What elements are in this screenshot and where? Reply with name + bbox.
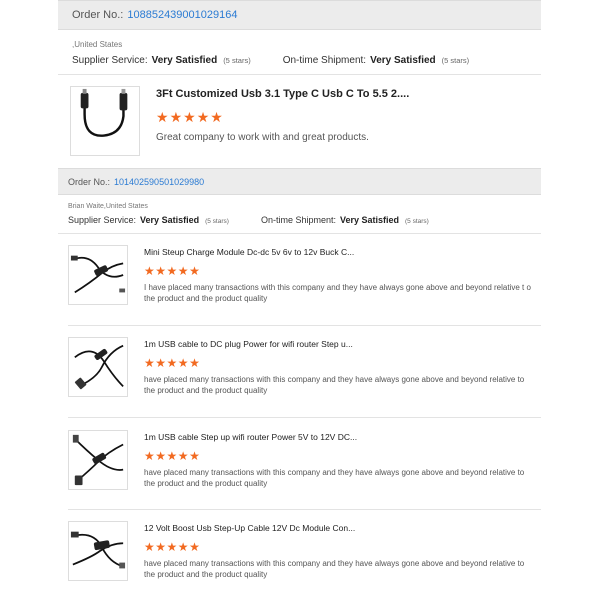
star-icon: ★ [169,109,183,125]
review-text: have placed many transactions with this … [144,468,525,488]
service-ratings: Supplier Service: Very Satisfied (5 star… [68,215,541,225]
star-icon: ★ [210,109,223,125]
order-header: Order No.: 108852439001029164 [58,0,541,30]
divider [68,417,541,418]
star-icon: ★ [144,356,155,370]
review-text: have placed many transactions with this … [144,375,525,395]
shipment-label: On-time Shipment: [282,55,367,66]
star-icon: ★ [177,356,189,370]
star-icon: ★ [189,449,200,463]
review-text: have placed many transactions with this … [144,559,525,579]
usb-boost-module-cable-icon[interactable] [68,521,128,581]
product-review-5: 12 Volt Boost Usb Step-Up Cable 12V Dc M… [68,521,534,581]
supplier-service-value: Very Satisfied [140,215,200,225]
order-no-link[interactable]: 101402590501029980 [114,177,204,187]
usb-step-up-cable-icon[interactable] [68,430,128,490]
supplier-service-stars: (5 stars) [223,56,251,65]
star-rating: ★ ★ ★ ★ ★ [144,264,534,278]
order-block-2: Order No.: 101402590501029980 Brian Wait… [58,168,541,225]
buyer-location: ,United States [72,40,123,49]
star-icon: ★ [189,540,200,554]
product-title-link[interactable]: 3Ft Customized Usb 3.1 Type C Usb C To 5… [156,88,409,100]
product-title-link[interactable]: 1m USB cable to DC plug Power for wifi r… [144,339,534,349]
supplier-service-label: Supplier Service: [72,55,148,66]
order-header: Order No.: 101402590501029980 [58,168,541,195]
review-text: Great company to work with and great pro… [156,132,369,143]
divider [68,325,541,326]
order-no-label: Order No.: [68,176,111,187]
star-icon: ★ [155,264,167,278]
divider [68,509,541,510]
star-icon: ★ [166,540,178,554]
product-review-4: 1m USB cable Step up wifi router Power 5… [68,430,534,490]
order-block-1: Order No.: 108852439001029164 ,United St… [58,0,541,66]
order-no-link[interactable]: 108852439001029164 [127,9,237,21]
star-icon: ★ [177,264,189,278]
star-icon: ★ [155,449,167,463]
usb-dc-cable-icon[interactable] [68,337,128,397]
star-rating: ★ ★ ★ ★ ★ [144,449,534,463]
product-title-link[interactable]: Mini Steup Charge Module Dc-dc 5v 6v to … [144,247,534,257]
supplier-service-value: Very Satisfied [151,55,218,66]
product-review-1: 3Ft Customized Usb 3.1 Type C Usb C To 5… [70,86,409,156]
service-ratings: Supplier Service: Very Satisfied (5 star… [72,55,541,66]
shipment-value: Very Satisfied [370,55,436,66]
star-icon: ★ [166,356,178,370]
product-title-link[interactable]: 12 Volt Boost Usb Step-Up Cable 12V Dc M… [144,523,534,533]
divider [58,233,541,234]
shipment-value: Very Satisfied [339,215,400,225]
order-no-label: Order No.: [72,9,124,21]
product-review-3: 1m USB cable to DC plug Power for wifi r… [68,337,534,397]
star-icon: ★ [189,264,200,278]
usb-c-cable-icon[interactable] [70,86,140,156]
star-icon: ★ [144,264,155,278]
review-text: I have placed many transactions with thi… [144,283,531,303]
star-icon: ★ [177,540,189,554]
star-icon: ★ [166,449,178,463]
usb-boost-cable-icon[interactable] [68,245,128,305]
shipment-stars: (5 stars) [405,218,429,225]
star-rating: ★ ★ ★ ★ ★ [144,540,534,554]
buyer-location: Brian Waite,United States [68,203,148,210]
shipment-label: On-time Shipment: [260,215,336,225]
star-rating: ★ ★ ★ ★ ★ [144,356,534,370]
supplier-service-label: Supplier Service: [68,215,137,225]
star-icon: ★ [144,540,155,554]
star-icon: ★ [155,356,167,370]
star-icon: ★ [196,109,210,125]
star-icon: ★ [156,109,169,125]
shipment-stars: (5 stars) [441,56,470,65]
star-icon: ★ [144,449,155,463]
divider [58,74,541,75]
star-icon: ★ [177,449,189,463]
star-rating: ★ ★ ★ ★ ★ [156,109,409,126]
star-icon: ★ [183,109,196,125]
star-icon: ★ [155,540,167,554]
product-title-link[interactable]: 1m USB cable Step up wifi router Power 5… [144,432,534,442]
product-review-2: Mini Steup Charge Module Dc-dc 5v 6v to … [68,245,534,305]
star-icon: ★ [189,356,200,370]
supplier-service-stars: (5 stars) [205,218,229,225]
star-icon: ★ [166,264,178,278]
